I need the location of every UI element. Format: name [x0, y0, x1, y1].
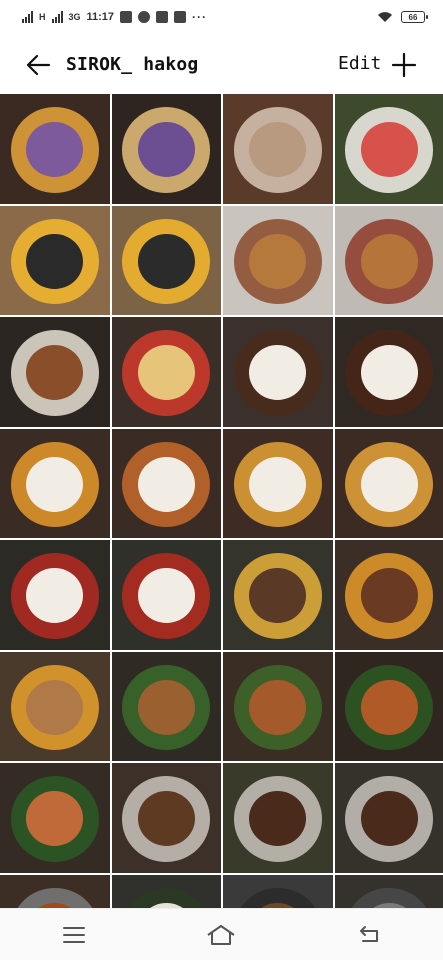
menu-icon: [62, 926, 85, 943]
photo-thumbnail[interactable]: [334, 763, 443, 873]
photo-thumbnail[interactable]: [0, 651, 110, 761]
photo-thumbnail[interactable]: [334, 874, 443, 908]
photo-grid: [0, 94, 443, 908]
battery-icon: 66: [401, 11, 428, 23]
battery-level: 66: [408, 12, 418, 22]
photo-food: [26, 679, 84, 735]
status-time: 11:17: [86, 11, 115, 23]
home-icon: [207, 924, 236, 945]
photo-food: [137, 233, 195, 289]
photo-thumbnail[interactable]: [111, 540, 221, 650]
photo-food: [26, 456, 84, 512]
photo-thumbnail[interactable]: [111, 317, 221, 427]
photo-thumbnail[interactable]: [0, 540, 110, 650]
wifi-icon: [378, 12, 392, 22]
photo-food: [137, 456, 195, 512]
photo-thumbnail[interactable]: [111, 205, 221, 315]
photo-food: [249, 456, 307, 512]
photo-thumbnail[interactable]: [0, 317, 110, 427]
mail-icon: [174, 11, 187, 23]
network-type-2: 3G: [68, 11, 81, 22]
photo-thumbnail[interactable]: [111, 428, 221, 538]
photo-thumbnail[interactable]: [0, 94, 110, 204]
photo-thumbnail[interactable]: [0, 205, 110, 315]
header: SIROK_ hakog Edit: [0, 34, 443, 94]
photo-food: [249, 679, 307, 735]
photo-food: [360, 791, 418, 847]
photo-food: [137, 345, 195, 401]
add-button[interactable]: [389, 50, 419, 80]
signal-icon-2: [51, 11, 63, 23]
facebook-icon: [120, 11, 133, 23]
back-nav-icon: [360, 925, 379, 942]
photo-thumbnail[interactable]: [111, 874, 221, 908]
photo-thumbnail[interactable]: [223, 763, 333, 873]
photo-food: [249, 233, 307, 289]
photo-thumbnail[interactable]: [334, 540, 443, 650]
photo-food: [137, 679, 195, 735]
navigation-bar: [0, 908, 443, 960]
photo-thumbnail[interactable]: [334, 94, 443, 204]
back-button[interactable]: [24, 51, 52, 79]
photo-thumbnail[interactable]: [334, 205, 443, 315]
edit-button[interactable]: Edit: [338, 53, 381, 74]
more-notifications-icon: ···: [192, 10, 208, 24]
photo-thumbnail[interactable]: [111, 763, 221, 873]
photo-thumbnail[interactable]: [334, 428, 443, 538]
photo-thumbnail[interactable]: [223, 874, 333, 908]
network-type-1: H: [39, 11, 46, 22]
photo-food: [360, 568, 418, 624]
status-left: H 3G 11:17 ···: [22, 10, 207, 24]
home-button[interactable]: [201, 915, 241, 955]
photo-thumbnail[interactable]: [223, 205, 333, 315]
arrow-left-icon: [26, 54, 51, 76]
photo-thumbnail[interactable]: [223, 317, 333, 427]
photo-food: [360, 345, 418, 401]
photo-food: [360, 122, 418, 178]
photo-thumbnail[interactable]: [223, 540, 333, 650]
photo-food: [360, 679, 418, 735]
photo-thumbnail[interactable]: [223, 651, 333, 761]
photo-thumbnail[interactable]: [111, 94, 221, 204]
status-right: 66: [377, 11, 428, 23]
photo-thumbnail[interactable]: [0, 763, 110, 873]
photo-food: [360, 456, 418, 512]
album-title: SIROK_ hakog: [66, 54, 199, 75]
menu-button[interactable]: [54, 915, 94, 955]
photo-thumbnail[interactable]: [223, 428, 333, 538]
photo-food: [137, 122, 195, 178]
photo-food: [360, 233, 418, 289]
messenger-icon: [138, 11, 151, 23]
plus-icon: [391, 52, 417, 78]
photo-food: [137, 568, 195, 624]
photo-thumbnail[interactable]: [0, 428, 110, 538]
status-bar: H 3G 11:17 ··· 66: [0, 0, 443, 34]
photo-thumbnail[interactable]: [223, 94, 333, 204]
photo-thumbnail[interactable]: [111, 651, 221, 761]
image-icon: [156, 11, 169, 23]
back-nav-button[interactable]: [349, 915, 389, 955]
photo-food: [26, 233, 84, 289]
photo-food: [137, 791, 195, 847]
photo-thumbnail[interactable]: [0, 874, 110, 908]
signal-icon: [22, 11, 33, 23]
photo-thumbnail[interactable]: [334, 317, 443, 427]
photo-thumbnail[interactable]: [334, 651, 443, 761]
